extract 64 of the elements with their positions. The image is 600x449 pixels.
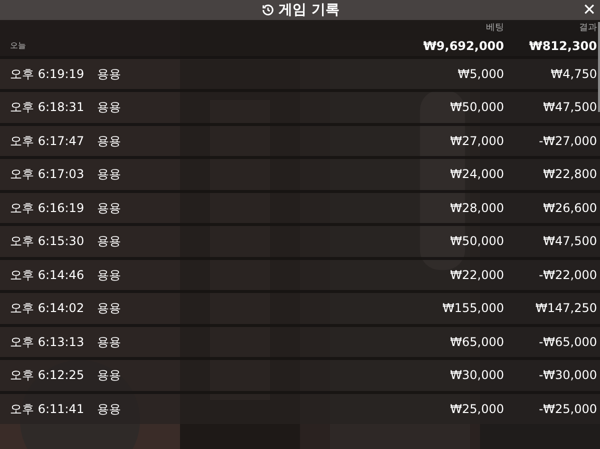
- close-button[interactable]: ✕: [582, 0, 596, 20]
- result-cell-text: -₩22,000: [538, 266, 597, 284]
- result-cell-text: ₩47,500: [542, 99, 597, 116]
- game-cell-text: 용용: [97, 200, 122, 217]
- result-total: ₩812,300: [528, 38, 597, 54]
- result-cell-text: ₩147,250: [534, 300, 597, 318]
- history-row[interactable]: 오후 6:18:31 용용 ₩50,000 ₩47,500: [0, 89, 600, 122]
- history-row[interactable]: 오후 6:15:30 용용 ₩50,000 ₩47,500: [0, 223, 600, 256]
- result-cell-text: -₩27,000: [538, 132, 597, 150]
- time-cell-text: 오후 6:11:41: [10, 400, 86, 418]
- bet-cell-text: ₩27,000: [449, 132, 504, 150]
- bet-cell-text: ₩22,000: [449, 266, 504, 284]
- game-cell-text: 용용: [97, 400, 122, 418]
- history-row[interactable]: 오후 6:17:03 용용 ₩24,000 ₩22,800: [0, 156, 600, 190]
- game-cell-text: 용용: [97, 266, 122, 284]
- game-cell-text: 용용: [97, 334, 122, 351]
- column-header: 베팅: [485, 22, 504, 35]
- history-row[interactable]: 오후 6:14:46 용용 ₩22,000 -₩22,000: [0, 256, 600, 290]
- result-cell-text: ₩47,500: [542, 233, 597, 250]
- history-row[interactable]: 오후 6:11:41 용용 ₩25,000 -₩25,000: [0, 390, 600, 424]
- game-cell-text: 용용: [97, 66, 122, 83]
- game-cell-text: 용용: [97, 166, 122, 184]
- bet-cell-text: ₩5,000: [456, 66, 504, 83]
- game-cell-text: 용용: [97, 367, 122, 384]
- history-row[interactable]: 오후 6:12:25 용용 ₩30,000 -₩30,000: [0, 357, 600, 390]
- result-cell-text: ₩22,800: [542, 166, 597, 184]
- time-cell-text: 오후 6:13:13: [10, 334, 86, 351]
- time-cell-text: 오후 6:17:03: [10, 166, 86, 184]
- result-cell-text: ₩4,750: [550, 66, 597, 83]
- day-label: 오늘: [10, 40, 27, 52]
- result-cell-text: -₩65,000: [538, 334, 597, 351]
- game-cell-text: 용용: [97, 132, 122, 150]
- bet-cell-text: ₩65,000: [449, 334, 504, 351]
- time-cell-text: 오후 6:14:02: [10, 300, 86, 318]
- history-icon: [260, 3, 275, 17]
- time-cell-text: 오후 6:14:46: [10, 266, 86, 284]
- time-cell-text: 오후 6:15:30: [10, 233, 86, 250]
- game-cell-text: 용용: [97, 233, 122, 250]
- time-cell-text: 오후 6:12:25: [10, 367, 86, 384]
- history-row[interactable]: 오후 6:14:02 용용 ₩155,000 ₩147,250: [0, 290, 600, 324]
- bet-cell-text: ₩155,000: [442, 300, 504, 318]
- history-row[interactable]: 오후 6:19:19 용용 ₩5,000 ₩4,750: [0, 56, 600, 89]
- bet-cell-text: ₩30,000: [449, 367, 504, 384]
- bet-cell-text: ₩50,000: [449, 99, 504, 116]
- history-row[interactable]: 오후 6:16:19 용용 ₩28,000 ₩26,600: [0, 190, 600, 223]
- history-row[interactable]: 오후 6:17:47 용용 ₩27,000 -₩27,000: [0, 122, 600, 156]
- bet-cell-text: ₩50,000: [449, 233, 504, 250]
- history-row[interactable]: 오후 6:13:13 용용 ₩65,000 -₩65,000: [0, 324, 600, 357]
- time-cell-text: 오후 6:18:31: [10, 99, 86, 116]
- time-cell-text: 오후 6:19:19: [10, 66, 86, 83]
- result-cell-text: -₩30,000: [538, 367, 597, 384]
- scrollbar[interactable]: [598, 22, 600, 112]
- result-cell-text: -₩25,000: [538, 400, 597, 418]
- bet-cell-text: ₩25,000: [449, 400, 504, 418]
- column-header: 결과: [578, 22, 597, 35]
- bet-total: ₩9,692,000: [422, 38, 504, 54]
- window-title: 게임 기록: [278, 0, 340, 20]
- time-cell-text: 오후 6:16:19: [10, 200, 86, 217]
- game-cell-text: 용용: [97, 300, 122, 318]
- bet-cell-text: ₩24,000: [449, 166, 504, 184]
- time-cell-text: 오후 6:17:47: [10, 132, 86, 150]
- result-cell-text: ₩26,600: [542, 200, 597, 217]
- bet-cell-text: ₩28,000: [449, 200, 504, 217]
- game-cell-text: 용용: [97, 99, 122, 116]
